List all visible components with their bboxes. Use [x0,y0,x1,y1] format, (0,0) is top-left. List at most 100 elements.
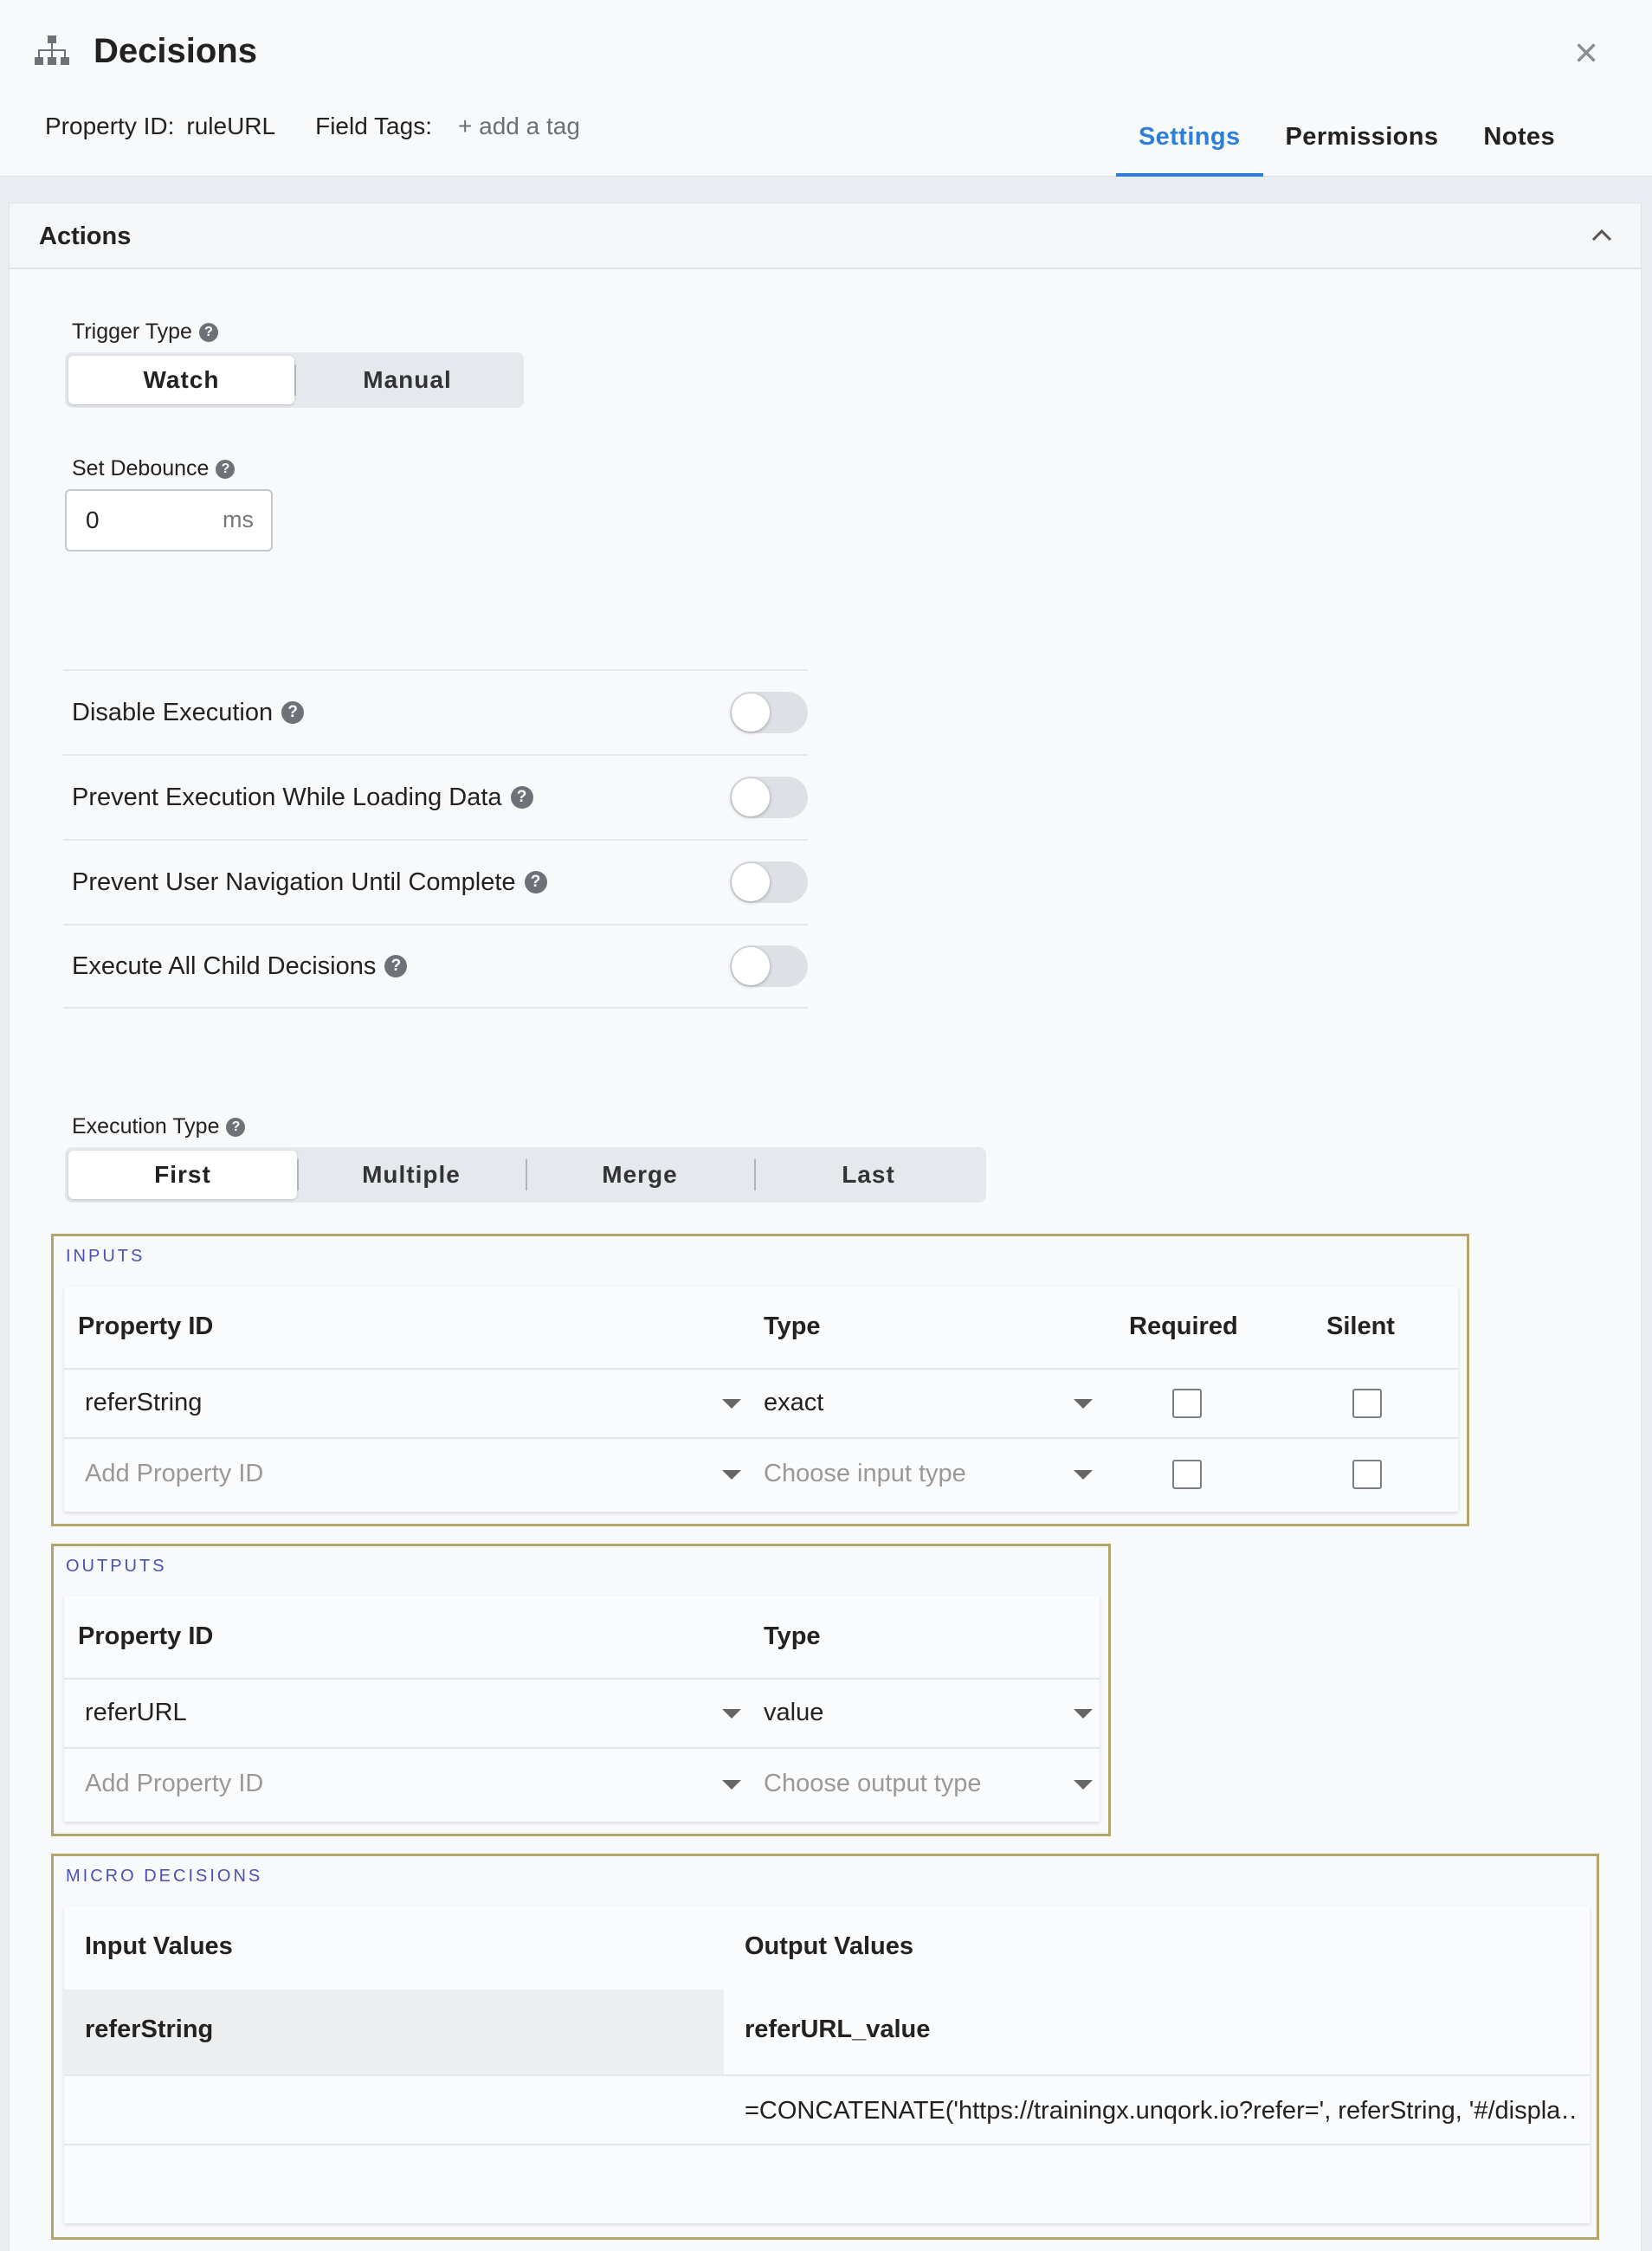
row-divider [64,1747,1100,1749]
inputs-col-silent: Silent [1326,1313,1395,1340]
choose-input-type-select[interactable]: Choose input type [764,1460,966,1488]
field-tags-label: Field Tags: [315,113,432,139]
toggle-label: Disable Execution? [63,698,305,727]
toggle-row-execute-children: Execute All Child Decisions? [63,924,808,1009]
trigger-type-label: Trigger Type ? [72,319,218,345]
required-checkbox[interactable] [1172,1389,1202,1418]
dropdown-caret-icon[interactable] [722,1780,741,1790]
debounce-label-text: Set Debounce [72,456,210,481]
outputs-section: OUTPUTS Property ID Type referURL value … [51,1544,1111,1836]
property-id-value: ruleURL [186,113,276,139]
md-col-output-values: Output Values [745,1932,913,1960]
md-output-header: referURL_value [745,2016,931,2043]
output-row-type[interactable]: value [764,1699,823,1727]
required-checkbox[interactable] [1172,1460,1202,1489]
outputs-col-type: Type [764,1622,821,1650]
silent-checkbox[interactable] [1352,1460,1382,1489]
prevent-navigation-toggle[interactable] [730,861,808,903]
actions-panel-header[interactable]: Actions [10,203,1641,269]
toggle-label-text: Prevent User Navigation Until Complete [72,868,516,896]
row-divider [64,1368,1458,1370]
micro-decisions-table: Input Values Output Values referString r… [64,1906,1590,2223]
toggle-label-text: Disable Execution [72,698,274,726]
dropdown-caret-icon[interactable] [722,1709,741,1719]
execution-option-first[interactable]: First [68,1151,297,1199]
dropdown-caret-icon[interactable] [1074,1709,1093,1719]
add-property-id-input[interactable]: Add Property ID [85,1460,263,1488]
execution-type-selector: First Multiple Merge Last [65,1147,986,1203]
add-property-id-input[interactable]: Add Property ID [85,1770,263,1798]
tab-settings[interactable]: Settings [1115,109,1263,177]
toggle-row-prevent-loading: Prevent Execution While Loading Data? [63,754,808,839]
toggle-label: Prevent Execution While Loading Data? [63,784,533,812]
execution-option-merge[interactable]: Merge [526,1151,754,1199]
debounce-input[interactable] [86,503,190,538]
dropdown-caret-icon[interactable] [722,1399,741,1409]
help-icon[interactable]: ? [281,701,305,724]
micro-decisions-section: MICRO DECISIONS Input Values Output Valu… [51,1854,1599,2240]
inputs-col-property-id: Property ID [78,1313,214,1340]
execution-option-multiple[interactable]: Multiple [297,1151,526,1199]
input-row-type[interactable]: exact [764,1389,823,1417]
row-divider [64,1437,1458,1439]
silent-checkbox[interactable] [1352,1389,1382,1418]
title-row: Decisions [33,29,257,73]
toggle-list: Disable Execution? Prevent Execution Whi… [63,669,808,1009]
md-col-input-values: Input Values [85,1932,233,1960]
help-icon[interactable]: ? [384,955,408,977]
input-row-property-id[interactable]: referString [85,1389,202,1417]
inputs-col-type: Type [764,1313,821,1340]
inputs-section: INPUTS Property ID Type Required Silent … [51,1234,1469,1526]
tab-permissions[interactable]: Permissions [1263,109,1462,177]
dropdown-caret-icon[interactable] [722,1470,741,1480]
page-title: Decisions [94,31,257,70]
output-row-property-id[interactable]: referURL [85,1699,187,1727]
execute-child-decisions-toggle[interactable] [730,945,808,987]
inputs-col-required: Required [1129,1313,1238,1340]
toggle-label: Execute All Child Decisions? [63,951,408,981]
meta-row: Property ID: ruleURL Field Tags: + add a… [45,113,580,140]
debounce-field[interactable]: ms [65,489,273,551]
prevent-execution-loading-toggle[interactable] [730,777,808,818]
help-icon[interactable]: ? [216,459,236,479]
close-icon[interactable]: × [1569,33,1604,74]
outputs-col-property-id: Property ID [78,1622,214,1650]
tab-bar: Settings Permissions Notes [1115,109,1652,177]
trigger-type-label-text: Trigger Type [72,319,192,344]
micro-decisions-section-title: MICRO DECISIONS [66,1867,263,1886]
toggle-label: Prevent User Navigation Until Complete? [63,868,547,897]
toggle-row-disable-execution: Disable Execution? [63,669,808,754]
help-icon[interactable]: ? [198,322,218,342]
add-tag-link[interactable]: + add a tag [458,113,580,140]
tab-notes[interactable]: Notes [1461,109,1578,177]
toggle-row-prevent-navigation: Prevent User Navigation Until Complete? [63,839,808,924]
debounce-label: Set Debounce ? [72,456,236,481]
inputs-section-title: INPUTS [66,1247,145,1266]
execution-type-label: Execution Type ? [72,1114,246,1139]
property-id-label: Property ID: [45,113,175,139]
toggle-knob [732,947,770,985]
trigger-option-manual[interactable]: Manual [294,356,520,404]
debounce-unit: ms [223,506,254,532]
toggle-knob [732,863,770,901]
toggle-knob [732,778,770,816]
chevron-up-icon[interactable] [1589,223,1615,248]
outputs-section-title: OUTPUTS [66,1557,167,1576]
choose-output-type-select[interactable]: Choose output type [764,1770,982,1798]
execution-option-last[interactable]: Last [754,1151,983,1199]
actions-panel: Actions Trigger Type ? Watch Manual Set … [9,203,1642,2251]
toggle-label-text: Execute All Child Decisions [72,951,377,980]
help-icon[interactable]: ? [510,786,533,809]
dropdown-caret-icon[interactable] [1074,1470,1093,1480]
help-icon[interactable]: ? [524,871,547,893]
outputs-table: Property ID Type referURL value Add Prop… [64,1596,1100,1822]
md-input-header: referString [85,2016,214,2043]
md-output-formula-cell[interactable]: =CONCATENATE('https://trainingx.unqork.i… [745,2097,1576,2125]
trigger-option-watch[interactable]: Watch [68,356,294,404]
help-icon[interactable]: ? [226,1117,246,1137]
toggle-knob [732,693,770,732]
dropdown-caret-icon[interactable] [1074,1780,1093,1790]
dropdown-caret-icon[interactable] [1074,1399,1093,1409]
disable-execution-toggle[interactable] [730,692,808,733]
sitemap-icon [35,35,69,65]
